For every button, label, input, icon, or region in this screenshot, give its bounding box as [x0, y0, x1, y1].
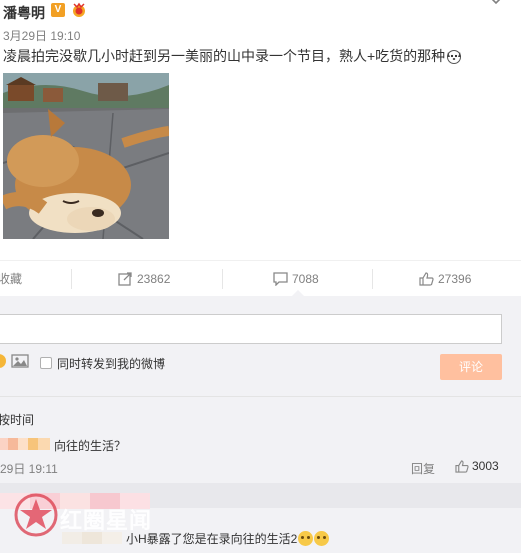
panel-divider [0, 396, 521, 397]
post-text-content: 凌晨拍完没歇几小时赶到另一美丽的山中录一个节目，熟人+吃货的那种 [3, 48, 446, 64]
repost-button[interactable]: 23862 [118, 261, 170, 297]
repost-icon [118, 272, 132, 286]
sort-by-time[interactable]: 按时间 [0, 411, 34, 428]
post-time[interactable]: 3月29日 19:10 [3, 27, 80, 44]
favorite-button[interactable]: 收藏 [0, 261, 22, 297]
emoji-icon[interactable] [0, 354, 6, 368]
action-divider [372, 269, 373, 289]
repost-checkbox[interactable] [40, 357, 52, 369]
comment-time[interactable]: 29日 19:11 [0, 460, 58, 477]
like-button[interactable]: 27396 [419, 261, 471, 297]
like-count: 27396 [438, 272, 472, 286]
comment-input[interactable] [0, 314, 502, 344]
image-icon[interactable] [11, 354, 29, 368]
post-header: 潘粤明 V 3月29日 19:10 [0, 0, 521, 44]
action-divider [222, 269, 223, 289]
repost-checkbox-label[interactable]: 同时转发到我的微博 [57, 355, 165, 372]
action-bar: 收藏 23862 7088 27396 [0, 260, 521, 296]
grin-emoji-icon [298, 531, 314, 546]
post-text: 凌晨拍完没歇几小时赶到另一美丽的山中录一个节目，熟人+吃货的那种 [3, 47, 503, 65]
medal-icon[interactable] [70, 2, 88, 18]
action-divider [71, 269, 72, 289]
thumbs-up-icon [419, 272, 434, 286]
post-image[interactable] [3, 73, 169, 239]
repost-count: 23862 [137, 272, 171, 286]
comment-count: 7088 [292, 272, 319, 286]
comment-like-button[interactable]: 3003 [455, 459, 499, 473]
comment-text: 小H暴露了您是在录向往的生活2 [126, 532, 298, 546]
comment-text: 向往的生活？ [54, 439, 127, 453]
favorite-label: 收藏 [0, 272, 23, 286]
submit-comment-button[interactable]: 评论 [440, 354, 502, 380]
comment-text-2: 小H暴露了您是在录向往的生活2 [126, 530, 330, 547]
chevron-down-icon[interactable] [489, 0, 503, 6]
comment-panel: 同时转发到我的微博 评论 按时间 向往的生活？ 29日 19:11 回复 300… [0, 290, 521, 553]
blurred-username [0, 438, 50, 450]
reply-button[interactable]: 回复 [411, 460, 435, 477]
author-name[interactable]: 潘粤明 [3, 3, 45, 23]
grin-emoji-icon [314, 531, 330, 546]
thumbs-up-icon [455, 460, 469, 473]
comment-icon [273, 272, 288, 287]
comment-like-count: 3003 [472, 459, 499, 473]
vip-badge[interactable]: V [51, 3, 65, 17]
panel-caret [292, 290, 304, 296]
dog-emoji-icon [447, 50, 462, 64]
